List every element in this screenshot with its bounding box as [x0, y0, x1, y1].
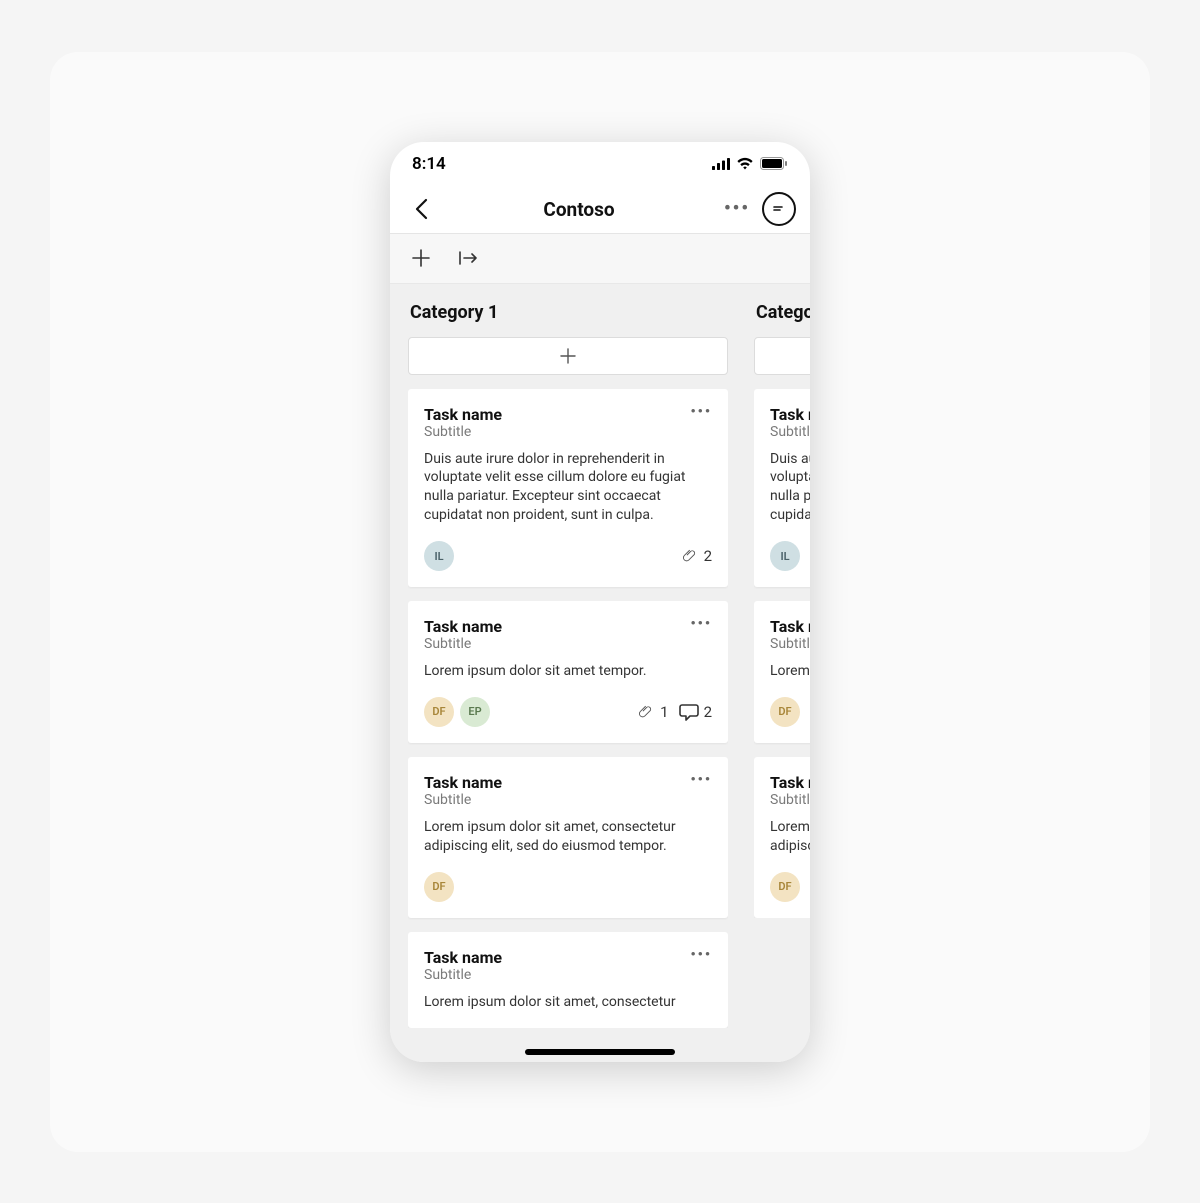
task-card[interactable]: Task nameSubtitle•••Duis aute irure dolo…	[754, 389, 810, 588]
card-more-button[interactable]: •••	[690, 948, 712, 962]
phone-frame: 8:14 Contoso •••	[390, 142, 810, 1062]
avatar-group: IL	[424, 541, 454, 571]
card-body: Lorem ipsum dolor sit amet tempor.	[424, 662, 712, 681]
card-title: Task name	[424, 948, 502, 967]
card-title: Task name	[770, 617, 810, 636]
card-title: Task name	[424, 617, 502, 636]
avatar[interactable]: IL	[770, 541, 800, 571]
status-bar: 8:14	[390, 142, 810, 186]
status-time: 8:14	[412, 154, 446, 174]
attachment-count[interactable]: 1	[637, 703, 668, 721]
card-list: Task nameSubtitle•••Duis aute irure dolo…	[754, 389, 810, 918]
card-body: Duis aute irure dolor in reprehenderit i…	[770, 450, 810, 526]
avatar[interactable]: DF	[424, 872, 454, 902]
board-column: Category 2 Task nameSubtitle•••Duis aute …	[754, 302, 810, 1062]
card-body: Duis aute irure dolor in reprehenderit i…	[424, 450, 712, 526]
toolbar	[390, 234, 810, 284]
comment-count[interactable]: 2	[679, 703, 712, 721]
avatar[interactable]: DF	[770, 697, 800, 727]
attachment-icon	[681, 547, 699, 565]
task-card[interactable]: Task nameSubtitle ••• Lorem ipsum dolor si…	[408, 601, 728, 743]
avatar[interactable]: DF	[424, 697, 454, 727]
card-footer: DF	[424, 872, 712, 902]
card-subtitle: Subtitle	[424, 636, 502, 652]
column-title: Category 1	[408, 302, 728, 323]
battery-icon	[760, 157, 788, 170]
more-icon: •••	[724, 200, 750, 218]
task-card[interactable]: Task nameSubtitle•••Lorem ipsum dolor si…	[754, 601, 810, 743]
status-icons	[712, 157, 788, 170]
card-subtitle: Subtitle	[424, 792, 502, 808]
card-body: Lorem ipsum dolor sit amet, consectetur …	[424, 818, 712, 856]
card-more-button[interactable]: •••	[690, 773, 712, 787]
task-card[interactable]: Task nameSubtitle ••• Lorem ipsum dolor si…	[408, 757, 728, 918]
card-title: Task name	[424, 405, 502, 424]
cellular-icon	[712, 158, 730, 170]
nav-header: Contoso •••	[390, 186, 810, 234]
add-button[interactable]	[404, 241, 438, 275]
chat-icon	[770, 200, 788, 218]
add-card-button[interactable]	[408, 337, 728, 375]
comment-icon	[679, 703, 699, 721]
home-indicator	[525, 1049, 675, 1055]
more-button[interactable]: •••	[720, 192, 754, 226]
plus-icon	[560, 348, 576, 364]
card-subtitle: Subtitle	[770, 424, 810, 440]
card-footer: DF	[770, 697, 810, 727]
card-more-button[interactable]: •••	[690, 405, 712, 419]
card-footer: IL	[770, 541, 810, 571]
avatar-group: IL	[770, 541, 800, 571]
attachment-icon	[637, 703, 655, 721]
add-card-button[interactable]	[754, 337, 810, 375]
card-title: Task name	[770, 405, 810, 424]
card-subtitle: Subtitle	[424, 967, 502, 983]
avatar[interactable]: EP	[460, 697, 490, 727]
card-list: Task nameSubtitle•••Duis aute irure dolo…	[408, 389, 728, 1028]
task-card[interactable]: Task nameSubtitle ••• Lorem ipsum dolor si…	[408, 932, 728, 1028]
avatar[interactable]: IL	[424, 541, 454, 571]
chat-button[interactable]	[762, 192, 796, 226]
card-title: Task name	[424, 773, 502, 792]
board[interactable]: Category 1Task nameSubtitle•••Duis aute …	[390, 284, 810, 1062]
avatar-group: DF	[770, 697, 800, 727]
avatar-group: DFEP	[424, 697, 490, 727]
card-footer: IL 2	[424, 541, 712, 571]
expand-button[interactable]	[452, 241, 486, 275]
card-body: Lorem ipsum dolor sit amet tempor.	[770, 662, 810, 681]
board-column: Category 1Task nameSubtitle•••Duis aute …	[408, 302, 728, 1062]
card-meta: 12	[637, 703, 712, 721]
expand-icon	[458, 249, 480, 267]
avatar-group: DF	[424, 872, 454, 902]
column-title: Category 2	[754, 302, 810, 323]
avatar-group: DF	[770, 872, 800, 902]
card-subtitle: Subtitle	[770, 792, 810, 808]
page-title: Contoso	[446, 198, 712, 221]
task-card[interactable]: Task nameSubtitle ••• Duis aute irure dolo…	[408, 389, 728, 588]
card-footer: DF	[770, 872, 810, 902]
card-body: Lorem ipsum dolor sit amet, consectetur …	[770, 818, 810, 856]
card-body: Lorem ipsum dolor sit amet, consectetur	[424, 993, 712, 1012]
card-more-button[interactable]: •••	[690, 617, 712, 631]
card-subtitle: Subtitle	[770, 636, 810, 652]
card-title: Task name	[770, 773, 810, 792]
card-meta: 2	[681, 547, 712, 565]
wifi-icon	[736, 157, 754, 170]
attachment-count[interactable]: 2	[681, 547, 712, 565]
plus-icon	[411, 248, 431, 268]
avatar[interactable]: DF	[770, 872, 800, 902]
back-button[interactable]	[404, 192, 438, 226]
task-card[interactable]: Task nameSubtitle•••Lorem ipsum dolor si…	[754, 757, 810, 918]
card-subtitle: Subtitle	[424, 424, 502, 440]
card-footer: DFEP 12	[424, 697, 712, 727]
